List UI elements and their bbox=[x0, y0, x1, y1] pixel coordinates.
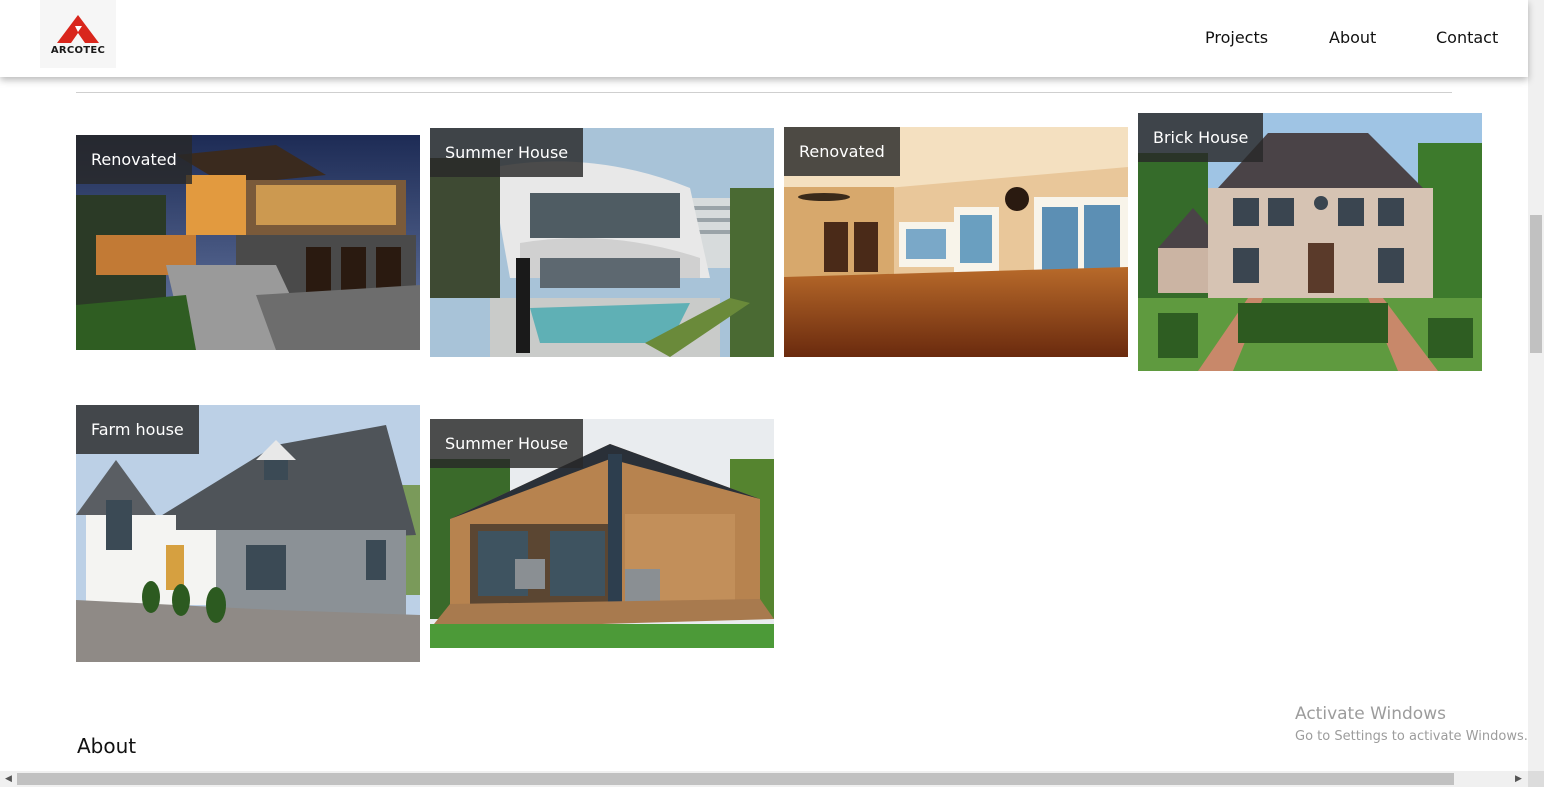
project-card-renovated-1[interactable]: Renovated bbox=[76, 135, 420, 350]
project-card-farm-house[interactable]: Farm house bbox=[76, 405, 420, 662]
arcotec-logo-mark-icon bbox=[57, 15, 99, 43]
about-section-heading: About bbox=[77, 734, 137, 758]
horizontal-scrollbar-thumb[interactable] bbox=[17, 773, 1454, 785]
top-navigation-bar: ARCOTEC Projects About Contact bbox=[0, 0, 1528, 77]
project-label: Renovated bbox=[784, 127, 900, 176]
scroll-right-arrow-icon[interactable]: ▶ bbox=[1515, 774, 1522, 784]
section-divider bbox=[76, 92, 1452, 93]
project-card-summer-house-2[interactable]: Summer House bbox=[430, 419, 774, 648]
horizontal-scrollbar[interactable]: ◀ ▶ bbox=[0, 771, 1528, 787]
vertical-scrollbar-thumb[interactable] bbox=[1530, 215, 1542, 353]
scroll-left-arrow-icon[interactable]: ◀ bbox=[5, 774, 12, 784]
nav-link-contact[interactable]: Contact bbox=[1436, 28, 1498, 47]
project-card-summer-house-1[interactable]: Summer House bbox=[430, 128, 774, 357]
brand-name: ARCOTEC bbox=[50, 45, 106, 56]
scrollbar-corner bbox=[1528, 771, 1544, 787]
nav-link-projects[interactable]: Projects bbox=[1205, 28, 1268, 47]
project-card-brick-house[interactable]: Brick House bbox=[1138, 113, 1482, 371]
nav-link-about[interactable]: About bbox=[1329, 28, 1376, 47]
activate-windows-title: Activate Windows bbox=[1295, 704, 1446, 724]
project-label: Brick House bbox=[1138, 113, 1264, 162]
activate-windows-subtitle: Go to Settings to activate Windows. bbox=[1295, 729, 1528, 744]
vertical-scrollbar[interactable] bbox=[1528, 0, 1544, 771]
project-label: Summer House bbox=[430, 128, 584, 177]
project-label: Renovated bbox=[76, 135, 192, 184]
project-card-renovated-2[interactable]: Renovated bbox=[784, 127, 1128, 357]
arcotec-logo[interactable]: ARCOTEC bbox=[40, 0, 116, 68]
project-label: Summer House bbox=[430, 419, 584, 468]
project-label: Farm house bbox=[76, 405, 199, 454]
